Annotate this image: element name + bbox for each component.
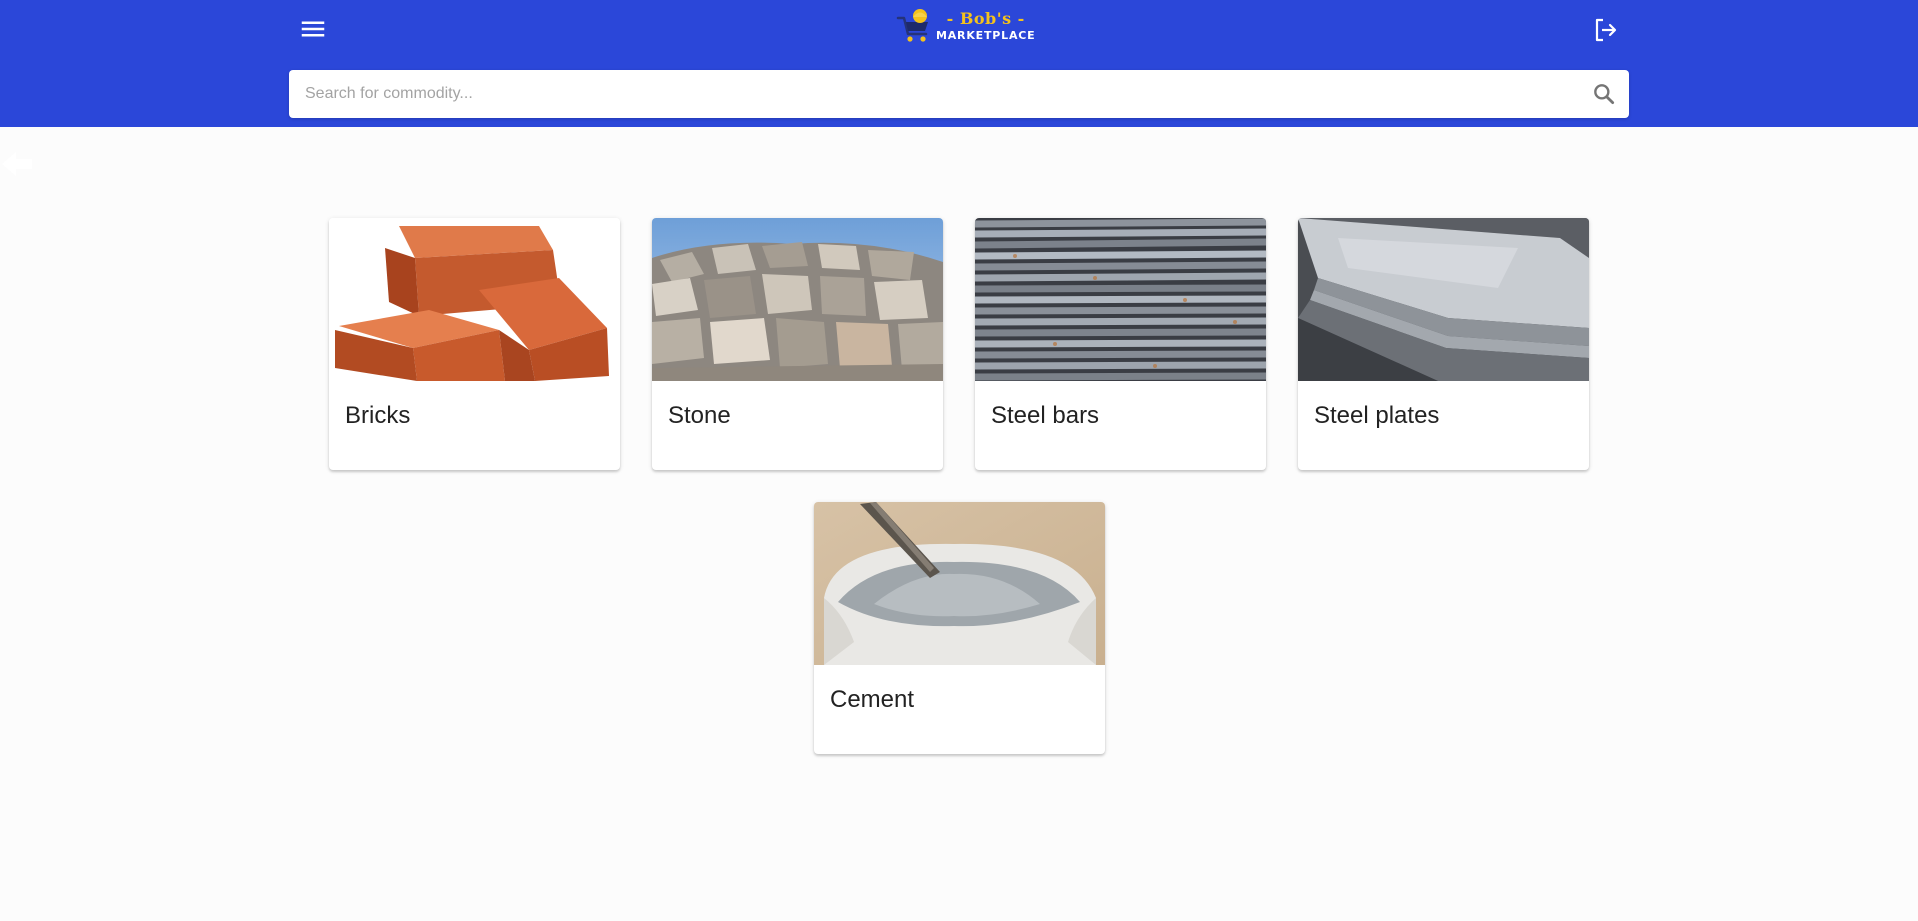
- back-button[interactable]: [0, 146, 36, 182]
- steel-bars-image: [975, 218, 1266, 381]
- logout-button[interactable]: [1590, 14, 1622, 46]
- commodity-card-steel-plates[interactable]: Steel plates: [1298, 218, 1589, 470]
- search-icon: [1591, 81, 1617, 107]
- commodity-card-title: Stone: [668, 402, 731, 429]
- shopping-cart-icon: [894, 6, 934, 46]
- logo-subtitle: MARKETPLACE: [936, 29, 1036, 42]
- menu-button[interactable]: [298, 14, 328, 44]
- commodity-card-title: Steel plates: [1314, 402, 1440, 429]
- stone-image: [652, 218, 943, 381]
- commodity-card-steel-bars[interactable]: Steel bars: [975, 218, 1266, 470]
- logo-text: - Bob's - MARKETPLACE: [936, 9, 1036, 42]
- logo-title: - Bob's -: [946, 9, 1025, 28]
- marketplace-app: - Bob's - MARKETPLACE Search for commodi…: [0, 0, 1918, 921]
- logout-icon: [1590, 14, 1622, 46]
- top-app-bar: - Bob's - MARKETPLACE: [0, 0, 1918, 127]
- commodity-card-title: Steel bars: [991, 402, 1100, 429]
- steel-plates-image: [1298, 218, 1589, 381]
- commodity-card-cement[interactable]: Cement: [814, 502, 1105, 754]
- bobs-marketplace-logo: - Bob's - MARKETPLACE: [894, 6, 1035, 46]
- commodity-card-title: Cement: [830, 686, 915, 713]
- search-input[interactable]: [305, 70, 1565, 118]
- commodity-card-title: Bricks: [345, 402, 411, 429]
- menu-icon: [298, 14, 328, 44]
- back-arrow-icon: [0, 146, 36, 182]
- commodity-card-bricks[interactable]: Bricks: [329, 218, 620, 470]
- commodity-card-stone[interactable]: Stone: [652, 218, 943, 470]
- bricks-image: [329, 218, 620, 381]
- search-button[interactable]: [1591, 81, 1617, 107]
- search-bar: [289, 70, 1629, 118]
- cement-image: [814, 502, 1105, 665]
